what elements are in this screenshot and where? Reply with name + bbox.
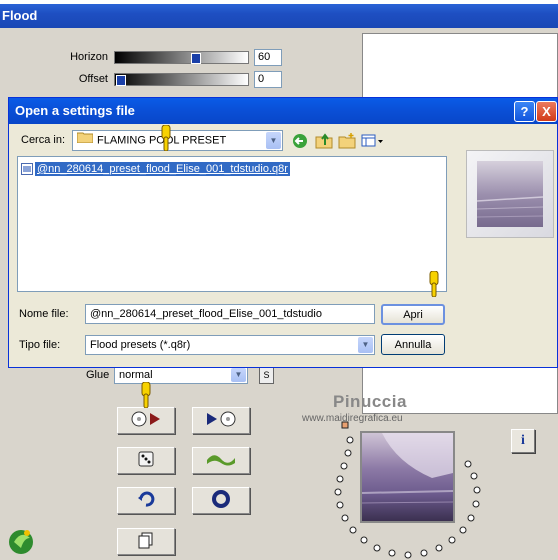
logo-icon — [6, 526, 36, 556]
selected-file-name[interactable]: @nn_280614_preset_flood_Elise_001_tdstud… — [34, 161, 291, 177]
glue-value: normal — [119, 369, 153, 381]
copy-icon — [137, 531, 155, 552]
wave-icon — [205, 451, 237, 470]
glue-s-button[interactable]: S — [259, 367, 274, 384]
chevron-down-icon: ▼ — [231, 368, 246, 382]
file-list-item[interactable]: @nn_280614_preset_flood_Elise_001_tdstud… — [21, 161, 291, 177]
offset-value[interactable]: 0 — [254, 71, 282, 88]
info-button[interactable]: i — [511, 429, 535, 453]
watermark-name: Pinuccia — [333, 392, 407, 411]
horizon-value[interactable]: 60 — [254, 49, 282, 66]
undo-icon — [136, 489, 156, 512]
ring-icon — [211, 489, 231, 512]
open-button[interactable]: Apri — [381, 304, 445, 325]
horizon-slider[interactable] — [114, 51, 249, 64]
watermark-url: www.maidiregrafica.eu — [302, 413, 403, 424]
preset-thumbnail — [360, 431, 455, 523]
folder-icon — [76, 131, 94, 150]
view-menu-icon[interactable] — [361, 133, 385, 152]
dialog-title: Open a settings file — [9, 98, 557, 124]
look-in-select[interactable]: FLAMING POOL PRESET ▼ — [72, 130, 283, 151]
wave-button[interactable] — [192, 447, 250, 474]
copy-button[interactable] — [117, 528, 175, 555]
filetype-label: Tipo file: — [19, 339, 61, 351]
play-disk-icon — [202, 410, 240, 431]
horizon-slider-thumb[interactable] — [191, 53, 201, 64]
glue-select[interactable]: normal ▼ — [114, 366, 248, 384]
offset-label: Offset — [78, 73, 108, 85]
dice-icon — [136, 449, 156, 472]
glue-label: Glue — [86, 369, 110, 381]
pointer-hand-icon — [161, 125, 171, 151]
look-in-label: Cerca in: — [21, 134, 66, 146]
chevron-down-icon: ▼ — [266, 132, 281, 149]
reset-button[interactable] — [192, 487, 250, 514]
random-button[interactable] — [117, 447, 175, 474]
filename-input[interactable]: @nn_280614_preset_flood_Elise_001_tdstud… — [85, 304, 375, 324]
filetype-select[interactable]: Flood presets (*.q8r) ▼ — [85, 335, 375, 355]
offset-slider[interactable] — [114, 73, 249, 86]
up-folder-icon[interactable] — [315, 132, 333, 152]
save-preset-button[interactable] — [192, 407, 250, 434]
chevron-down-icon: ▼ — [358, 337, 373, 353]
new-folder-icon[interactable] — [338, 132, 356, 152]
file-icon — [21, 163, 33, 175]
cancel-button[interactable]: Annulla — [381, 334, 445, 355]
open-settings-dialog: Open a settings file ? X Cerca in: FLAMI… — [8, 97, 558, 368]
undo-button[interactable] — [117, 487, 175, 514]
disk-play-icon — [127, 410, 165, 431]
filetype-value: Flood presets (*.q8r) — [90, 339, 191, 351]
offset-slider-thumb[interactable] — [116, 75, 126, 86]
pointer-hand-icon — [429, 271, 439, 297]
close-button[interactable]: X — [536, 101, 557, 122]
file-list[interactable]: @nn_280614_preset_flood_Elise_001_tdstud… — [17, 156, 447, 292]
dialog-preview — [466, 150, 554, 238]
back-icon[interactable] — [292, 133, 308, 152]
pointer-hand-icon — [141, 382, 151, 408]
filename-label: Nome file: — [19, 308, 69, 320]
flood-window-title: Flood — [0, 4, 558, 28]
dialog-preview-image — [476, 161, 544, 227]
help-button[interactable]: ? — [514, 101, 535, 122]
horizon-label: Horizon — [70, 51, 108, 63]
load-preset-button[interactable] — [117, 407, 175, 434]
